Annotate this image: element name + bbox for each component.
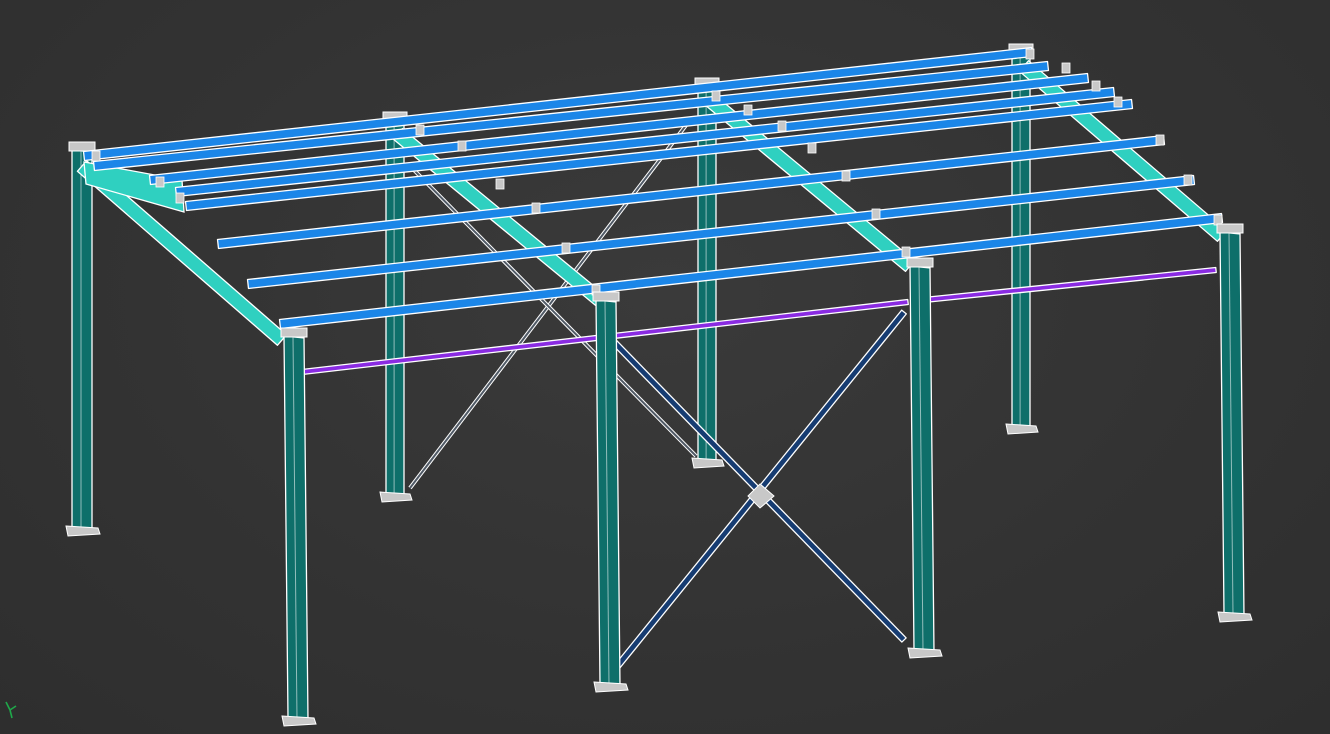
purlin-cleat-15[interactable] — [871, 208, 881, 220]
column-front-1-cap-plate[interactable] — [280, 327, 308, 338]
purlin-cleat-12[interactable] — [777, 120, 787, 132]
column-front-4-base-plate[interactable] — [1217, 611, 1253, 623]
column-back-2-base-plate[interactable] — [379, 491, 413, 503]
purlin-cleat-14[interactable] — [841, 170, 851, 182]
purlin-cleat-20[interactable] — [1113, 96, 1123, 108]
column-left-back-cap-plate[interactable] — [68, 141, 96, 152]
purlin-cleat-13[interactable] — [807, 142, 817, 154]
purlin-cleat-16[interactable] — [901, 246, 911, 258]
purlin-cleat-21[interactable] — [1155, 134, 1165, 146]
column-left-back[interactable] — [65, 141, 101, 537]
column-front-3[interactable] — [906, 257, 943, 659]
column-front-2-base-plate[interactable] — [593, 681, 629, 693]
purlin-cleat-2[interactable] — [155, 176, 165, 188]
purlin-cleat-7[interactable] — [531, 202, 541, 214]
column-front-3-base-plate[interactable] — [907, 647, 943, 659]
column-left-back-web[interactable] — [71, 149, 93, 531]
column-front-1[interactable] — [280, 327, 317, 727]
column-front-1-base-plate[interactable] — [281, 715, 317, 727]
column-front-2-cap-plate[interactable] — [592, 291, 620, 302]
column-front-3-cap-plate[interactable] — [906, 257, 934, 268]
purlin-cleat-19[interactable] — [1091, 80, 1101, 92]
purlin-cleat-10[interactable] — [711, 90, 721, 102]
column-front-4[interactable] — [1216, 223, 1253, 623]
axis-triad-icon — [5, 701, 17, 719]
column-front-4-cap-plate[interactable] — [1216, 223, 1244, 234]
steel-frame-model[interactable] — [0, 0, 1330, 734]
purlin-cleat-6[interactable] — [495, 178, 505, 190]
purlin-cleat-18[interactable] — [1061, 62, 1071, 74]
eave-strut-right[interactable] — [923, 266, 1217, 304]
purlin-cleat-8[interactable] — [561, 242, 571, 254]
3d-model-viewport[interactable] — [0, 0, 1330, 734]
purlin-cleat-17[interactable] — [1025, 48, 1035, 60]
purlin-cleat-4[interactable] — [415, 124, 425, 136]
purlin-cleat-5[interactable] — [457, 140, 467, 152]
purlin-cleat-3[interactable] — [175, 192, 185, 204]
column-left-back-base-plate[interactable] — [65, 525, 101, 537]
purlin-cleat-1[interactable] — [91, 150, 101, 162]
purlin-cleat-11[interactable] — [743, 104, 753, 116]
column-back-4-base-plate[interactable] — [1005, 423, 1039, 435]
column-back-3-base-plate[interactable] — [691, 457, 725, 469]
purlin-cleat-22[interactable] — [1183, 174, 1193, 186]
